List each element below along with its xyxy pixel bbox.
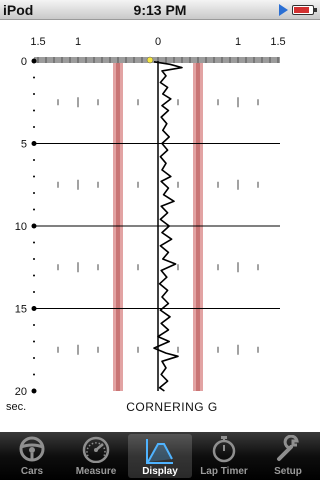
tab-label: Cars <box>20 466 44 477</box>
y-axis-minor-dot <box>33 76 35 79</box>
x-tick-label: 1 <box>235 36 241 48</box>
battery-icon <box>292 5 317 15</box>
y-tick-label: 0 <box>21 56 27 68</box>
y-axis-minor-dot <box>33 126 35 128</box>
tab-bar: Cars Measure Display Lap Timer Setup <box>0 432 320 480</box>
tab-lap-timer[interactable]: Lap Timer <box>192 432 256 480</box>
x-tick-label: 1.5 <box>270 36 285 48</box>
y-axis-minor-dot <box>33 192 35 194</box>
steering-wheel-icon <box>19 436 45 462</box>
x-tick-label: 1.5 <box>30 36 45 48</box>
y-axis-minor-dot <box>33 274 35 277</box>
y-axis-minor-dot <box>33 373 35 376</box>
tab-cars[interactable]: Cars <box>0 432 64 480</box>
y-axis-major-dot <box>31 388 37 394</box>
y-axis-major-dot <box>31 306 37 311</box>
y-axis-minor-dot <box>33 109 35 112</box>
x-tick-label: 1 <box>75 36 81 48</box>
y-axis-minor-dot <box>33 93 35 95</box>
y-tick-label: 15 <box>15 304 27 316</box>
y-unit-label: sec. <box>6 401 26 413</box>
y-tick-label: 10 <box>15 221 27 233</box>
wrench-icon <box>277 435 299 461</box>
status-time: 9:13 PM <box>133 2 187 18</box>
cornering-g-chart: 1.5 1 0 1 1.505101520 sec. CORNERING G <box>6 36 286 414</box>
current-value-marker <box>146 56 154 64</box>
x-tick-label: 0 <box>155 36 161 48</box>
play-icon <box>279 4 288 16</box>
y-tick-label: 5 <box>21 139 27 151</box>
tab-setup[interactable]: Setup <box>256 432 320 480</box>
y-axis-major-dot <box>31 58 37 64</box>
stopwatch-icon <box>212 436 236 463</box>
tab-label: Setup <box>274 466 302 477</box>
y-axis-minor-dot <box>33 324 35 326</box>
y-axis-minor-dot <box>33 357 35 359</box>
tab-label: Lap Timer <box>200 466 248 477</box>
y-axis-minor-dot <box>33 175 35 178</box>
y-axis-minor-dot <box>33 159 35 161</box>
chart-title: CORNERING G <box>126 400 218 414</box>
tab-measure[interactable]: Measure <box>64 432 128 480</box>
gauge-icon <box>82 436 110 463</box>
tab-label: Measure <box>75 466 117 477</box>
y-axis-major-dot <box>31 223 37 229</box>
y-axis-minor-dot <box>33 291 35 293</box>
y-axis-minor-dot <box>33 208 35 211</box>
status-bar: iPod 9:13 PM <box>0 0 320 20</box>
y-tick-label: 20 <box>15 386 27 398</box>
tab-label: Display <box>142 466 178 477</box>
y-axis-minor-dot <box>33 241 35 244</box>
y-axis-major-dot <box>31 141 37 146</box>
y-axis-minor-dot <box>33 258 35 260</box>
chart-icon <box>146 439 173 464</box>
y-axis-minor-dot <box>33 340 35 343</box>
tab-display[interactable]: Display <box>128 434 192 478</box>
